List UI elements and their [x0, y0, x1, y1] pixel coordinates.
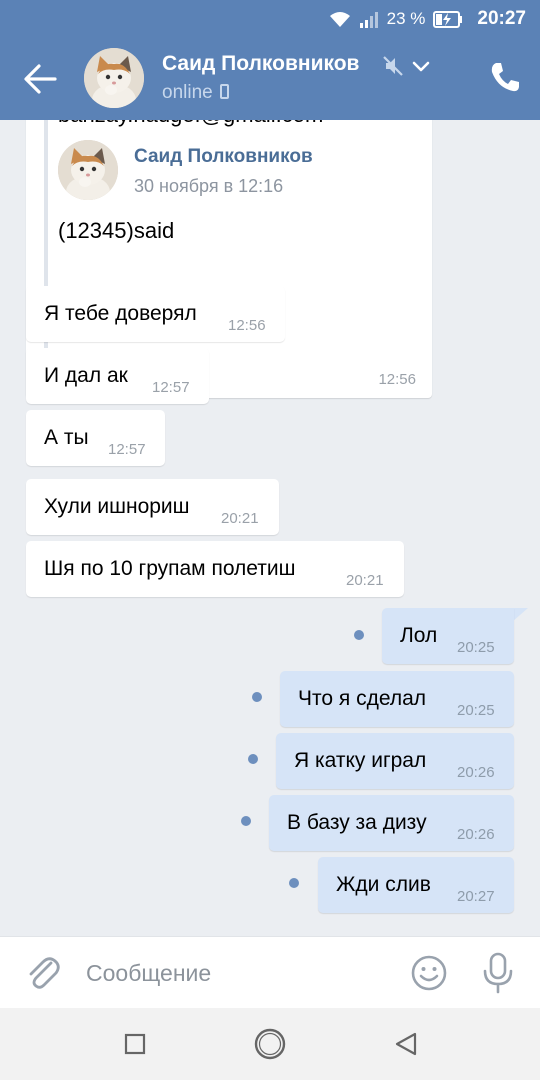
signal-icon: [359, 11, 378, 28]
message-text: Я тебе доверял: [44, 302, 197, 325]
message-text: Хули ишнориш: [44, 495, 190, 518]
cut-off-text: banzay.nadgef@gmail.com: [58, 120, 323, 128]
unread-dot: [354, 630, 364, 640]
message-text: И дал ак: [44, 364, 128, 387]
message-text: В базу за дизу: [287, 811, 427, 834]
incoming-message[interactable]: Шя по 10 групам полетиш 20:21: [26, 541, 404, 597]
home-icon[interactable]: [252, 1026, 288, 1062]
message-text: Жди слив: [336, 873, 431, 896]
system-nav-bar: [0, 1008, 540, 1080]
message-time: 12:57: [152, 379, 190, 396]
message-time: 20:25: [457, 639, 495, 656]
message-text: А ты: [44, 426, 89, 449]
forward-date: 30 ноября в 12:16: [134, 176, 284, 196]
message-time: 12:56: [378, 371, 416, 388]
message-time: 20:27: [457, 888, 495, 905]
battery-percent: 23 %: [386, 9, 426, 28]
status-bar: 23 % 20:27: [0, 0, 540, 38]
message-time: 20:26: [457, 764, 495, 781]
outgoing-message[interactable]: Жди слив 20:27: [318, 857, 514, 913]
outgoing-message[interactable]: Что я сделал 20:25: [280, 671, 514, 727]
microphone-icon[interactable]: [480, 951, 516, 995]
incoming-message[interactable]: Хули ишнориш 20:21: [26, 479, 279, 535]
phone-icon[interactable]: [488, 60, 522, 94]
message-time: 12:56: [228, 317, 266, 334]
incoming-message[interactable]: И дал ак 12:57: [26, 348, 209, 404]
back-triangle-icon[interactable]: [388, 1026, 424, 1062]
battery-charging-icon: [433, 10, 463, 28]
mute-icon: [383, 56, 403, 76]
wifi-icon: [329, 11, 350, 27]
recent-apps-icon[interactable]: [117, 1026, 153, 1062]
attachment-icon[interactable]: [24, 953, 62, 993]
outgoing-message[interactable]: Я катку играл 20:26: [276, 733, 514, 789]
message-text: Шя по 10 групам полетиш: [44, 557, 296, 580]
message-composer: [0, 936, 540, 1008]
unread-dot: [289, 878, 299, 888]
message-time: 12:57: [108, 441, 146, 458]
message-text: Лол: [400, 624, 438, 647]
message-time: 20:21: [221, 510, 259, 527]
incoming-message[interactable]: Я тебе доверял 12:56: [26, 286, 285, 342]
chat-header: Саид Полковников online: [0, 38, 540, 120]
status-text: online: [162, 82, 213, 103]
message-list[interactable]: banzay.nadgef@gmail.com Саид Полковников…: [0, 120, 540, 935]
unread-dot: [248, 754, 258, 764]
unread-dot: [241, 816, 251, 826]
message-text: Что я сделал: [298, 687, 427, 710]
chevron-down-icon[interactable]: [411, 58, 431, 74]
emoji-icon[interactable]: [410, 954, 448, 992]
message-time: 20:21: [346, 572, 384, 589]
forward-author-name[interactable]: Саид Полковников: [134, 146, 313, 168]
bubble-tail: [512, 608, 528, 622]
message-input[interactable]: [86, 955, 386, 991]
message-time: 20:26: [457, 826, 495, 843]
back-arrow-icon[interactable]: [22, 62, 58, 96]
message-text: Я катку играл: [294, 749, 427, 772]
clock: 20:27: [477, 8, 526, 29]
outgoing-message[interactable]: Лол 20:25: [382, 608, 514, 664]
forward-text: (12345)said: [58, 218, 175, 243]
forward-author-avatar: [58, 140, 118, 200]
avatar[interactable]: [84, 48, 144, 108]
incoming-message[interactable]: А ты 12:57: [26, 410, 165, 466]
outgoing-message[interactable]: В базу за дизу 20:26: [269, 795, 514, 851]
mobile-icon: [219, 84, 229, 99]
contact-name[interactable]: Саид Полковников: [162, 52, 359, 76]
message-time: 20:25: [457, 702, 495, 719]
contact-status: online: [162, 82, 229, 104]
unread-dot: [252, 692, 262, 702]
